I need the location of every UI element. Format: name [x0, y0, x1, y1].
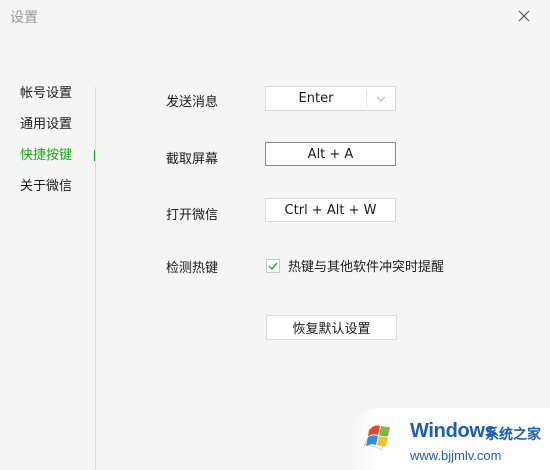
- detect-hotkey-label: 检测热键: [166, 261, 219, 276]
- windows-logo-icon: [363, 425, 391, 451]
- chevron-down-icon: [376, 96, 386, 102]
- close-icon: [518, 10, 530, 22]
- hotkey-conflict-checkbox-row[interactable]: 热键与其他软件冲突时提醒: [266, 256, 444, 275]
- sidebar-item-label: 通用设置: [20, 117, 73, 132]
- sidebar-item-label: 关于微信: [20, 179, 73, 194]
- screenshot-label: 截取屏幕: [166, 152, 219, 167]
- close-button[interactable]: [512, 4, 536, 28]
- restore-defaults-button[interactable]: 恢复默认设置: [266, 315, 397, 340]
- watermark-url: www.bjjmlv.com: [410, 448, 502, 463]
- open-wechat-label: 打开微信: [166, 208, 219, 223]
- sidebar-item-label: 帐号设置: [20, 86, 73, 101]
- sidebar-item-account-settings[interactable]: 帐号设置: [0, 78, 96, 109]
- settings-window: 设置 帐号设置 通用设置 快捷按键 关于微信 发送消息 Enter 截取屏幕 A…: [0, 0, 550, 470]
- sidebar-item-shortcuts[interactable]: 快捷按键: [0, 140, 96, 171]
- hotkey-conflict-label: 热键与其他软件冲突时提醒: [288, 260, 445, 275]
- sidebar-item-label: 快捷按键: [20, 148, 73, 163]
- screenshot-hotkey-field[interactable]: Alt + A: [265, 142, 396, 166]
- sidebar: 帐号设置 通用设置 快捷按键 关于微信: [0, 78, 96, 202]
- send-message-label: 发送消息: [166, 95, 219, 110]
- watermark-brand: Windows: [410, 420, 496, 442]
- checkmark-icon: [268, 262, 278, 270]
- hotkey-conflict-checkbox[interactable]: [266, 258, 280, 273]
- watermark-cn-text: 系统之家: [485, 427, 541, 443]
- send-message-value: Enter: [298, 91, 334, 106]
- sidebar-item-about-wechat[interactable]: 关于微信: [0, 171, 96, 202]
- send-message-select[interactable]: Enter: [265, 86, 396, 111]
- open-wechat-hotkey-field[interactable]: Ctrl + Alt + W: [265, 198, 396, 222]
- sidebar-divider: [95, 87, 96, 470]
- sidebar-item-general-settings[interactable]: 通用设置: [0, 109, 96, 140]
- window-title: 设置: [10, 10, 38, 26]
- site-watermark: Windows 系统之家 www.bjjmlv.com: [350, 408, 550, 470]
- dropdown-arrow[interactable]: [367, 87, 395, 110]
